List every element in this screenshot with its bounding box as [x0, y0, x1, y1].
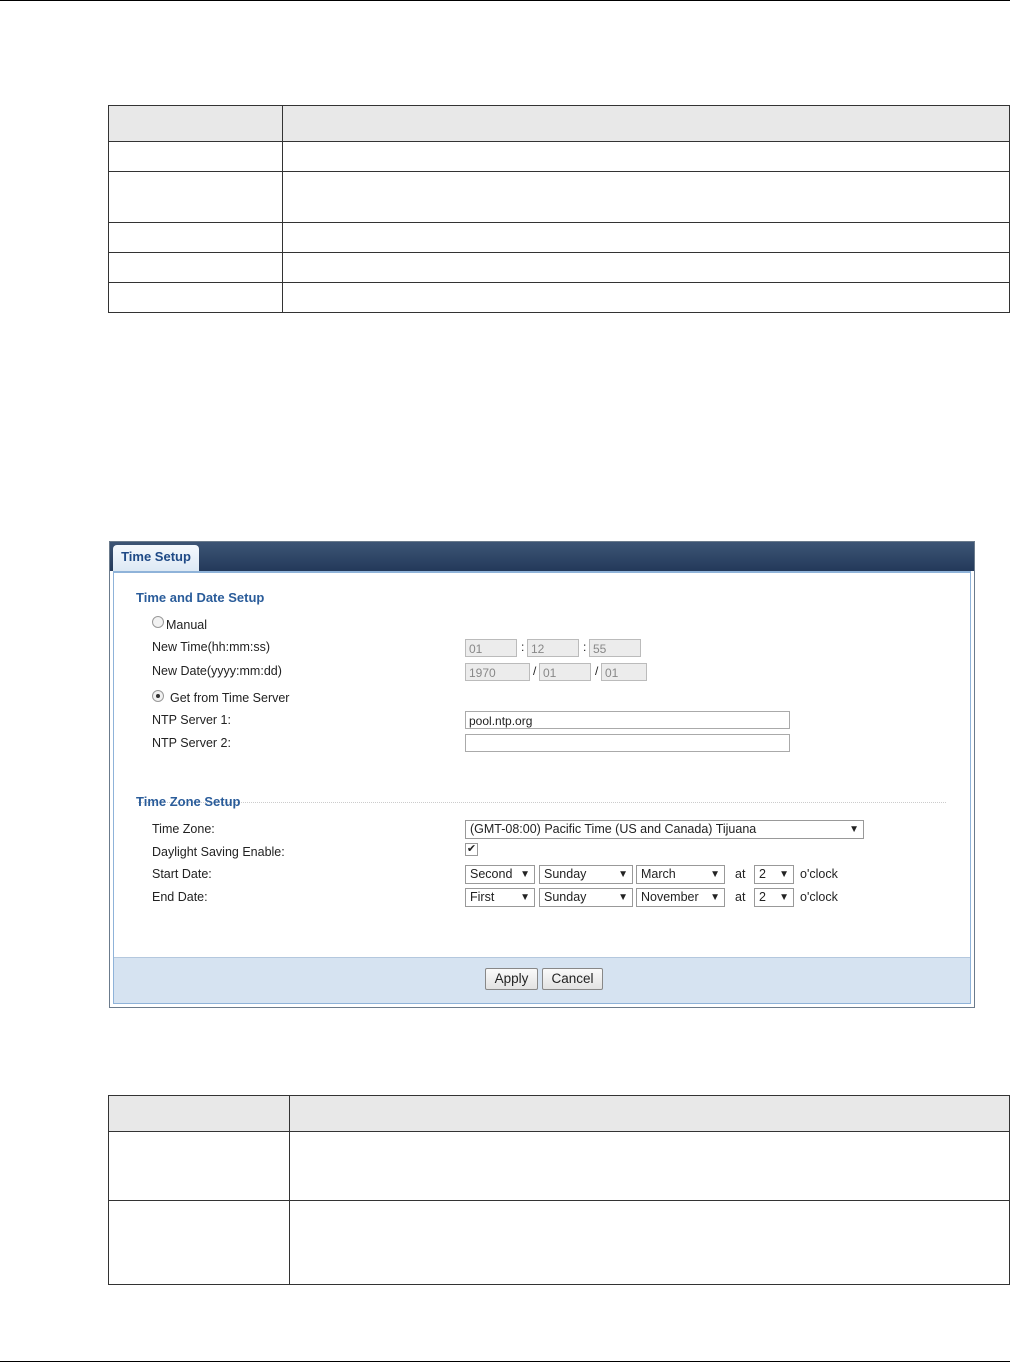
- start-at-label: at: [735, 867, 746, 881]
- start-oclock-label: o'clock: [800, 867, 838, 881]
- end-date-label: End Date:: [152, 890, 208, 904]
- panel-footer: Apply Cancel: [114, 957, 970, 1003]
- ntp-server-2-input[interactable]: [465, 734, 790, 752]
- time-second-input[interactable]: 55: [589, 639, 641, 657]
- start-hour-select[interactable]: 2 ▼: [754, 865, 794, 884]
- table-header-row: [108, 105, 1010, 142]
- section-divider: [138, 802, 946, 803]
- time-minute-input[interactable]: 12: [527, 639, 579, 657]
- ntp-server-2-label: NTP Server 2:: [152, 736, 231, 750]
- new-date-label: New Date(yyyy:mm:dd): [152, 664, 282, 678]
- daylight-saving-checkbox[interactable]: ✔: [465, 843, 478, 856]
- end-day-select[interactable]: Sunday ▼: [539, 888, 633, 907]
- start-hour-value: 2: [759, 867, 766, 881]
- table-header-row: [108, 1095, 1010, 1132]
- table-row: [108, 222, 1010, 253]
- apply-button[interactable]: Apply: [485, 968, 538, 990]
- end-hour-value: 2: [759, 890, 766, 904]
- time-date-section-title: Time and Date Setup: [136, 590, 265, 605]
- top-table: [108, 105, 1010, 313]
- end-month-value: November: [641, 890, 699, 904]
- dropdown-arrow-icon: ▼: [849, 824, 859, 835]
- dropdown-arrow-icon: ▼: [779, 892, 789, 903]
- time-separator: :: [583, 640, 587, 654]
- time-server-label: Get from Time Server: [170, 691, 290, 705]
- dropdown-arrow-icon: ▼: [779, 869, 789, 880]
- end-day-value: Sunday: [544, 890, 587, 904]
- time-zone-label: Time Zone:: [152, 822, 215, 836]
- date-separator: /: [533, 664, 537, 678]
- dropdown-arrow-icon: ▼: [710, 892, 720, 903]
- panel-header: [110, 542, 974, 571]
- table-row: [108, 1131, 1010, 1201]
- date-year-input[interactable]: 1970: [465, 663, 530, 681]
- end-month-select[interactable]: November ▼: [636, 888, 725, 907]
- time-server-radio[interactable]: [152, 690, 164, 702]
- ntp-server-1-label: NTP Server 1:: [152, 713, 231, 727]
- start-date-label: Start Date:: [152, 867, 212, 881]
- manual-radio[interactable]: [152, 616, 164, 628]
- time-zone-value: (GMT-08:00) Pacific Time (US and Canada)…: [470, 822, 757, 836]
- table-row: [108, 141, 1010, 172]
- time-zone-section-title: Time Zone Setup: [136, 794, 241, 809]
- time-setup-panel: Time Setup Time and Date Setup Manual Ne…: [109, 541, 975, 1008]
- table-row: [108, 252, 1010, 283]
- start-week-value: Second: [470, 867, 513, 881]
- new-time-label: New Time(hh:mm:ss): [152, 640, 271, 654]
- date-separator: /: [595, 664, 599, 678]
- dropdown-arrow-icon: ▼: [520, 869, 530, 880]
- table-row: [108, 171, 1010, 223]
- end-week-value: First: [470, 890, 495, 904]
- start-day-value: Sunday: [544, 867, 587, 881]
- checkmark-icon: ✔: [466, 843, 477, 855]
- start-month-select[interactable]: March ▼: [636, 865, 725, 884]
- panel-body: Time and Date Setup Manual New Time(hh:m…: [113, 571, 971, 1004]
- start-month-value: March: [641, 867, 676, 881]
- table-row: [108, 1200, 1010, 1285]
- header-rule: [0, 0, 1010, 1]
- dropdown-arrow-icon: ▼: [710, 869, 720, 880]
- date-day-input[interactable]: 01: [601, 663, 647, 681]
- table-row: [108, 282, 1010, 313]
- time-hour-input[interactable]: 01: [465, 639, 517, 657]
- daylight-saving-label: Daylight Saving Enable:: [152, 845, 285, 859]
- dropdown-arrow-icon: ▼: [618, 892, 628, 903]
- end-hour-select[interactable]: 2 ▼: [754, 888, 794, 907]
- dropdown-arrow-icon: ▼: [520, 892, 530, 903]
- footer-rule: [0, 1361, 1010, 1362]
- ntp-server-1-input[interactable]: pool.ntp.org: [465, 711, 790, 729]
- end-week-select[interactable]: First ▼: [465, 888, 535, 907]
- start-week-select[interactable]: Second ▼: [465, 865, 535, 884]
- dropdown-arrow-icon: ▼: [618, 869, 628, 880]
- time-separator: :: [521, 640, 525, 654]
- tab-time-setup[interactable]: Time Setup: [113, 545, 199, 572]
- start-day-select[interactable]: Sunday ▼: [539, 865, 633, 884]
- time-zone-select[interactable]: (GMT-08:00) Pacific Time (US and Canada)…: [465, 820, 864, 839]
- cancel-button[interactable]: Cancel: [542, 968, 603, 990]
- bottom-table: [108, 1095, 1010, 1285]
- manual-label: Manual: [166, 618, 207, 632]
- end-oclock-label: o'clock: [800, 890, 838, 904]
- date-month-input[interactable]: 01: [539, 663, 591, 681]
- end-at-label: at: [735, 890, 746, 904]
